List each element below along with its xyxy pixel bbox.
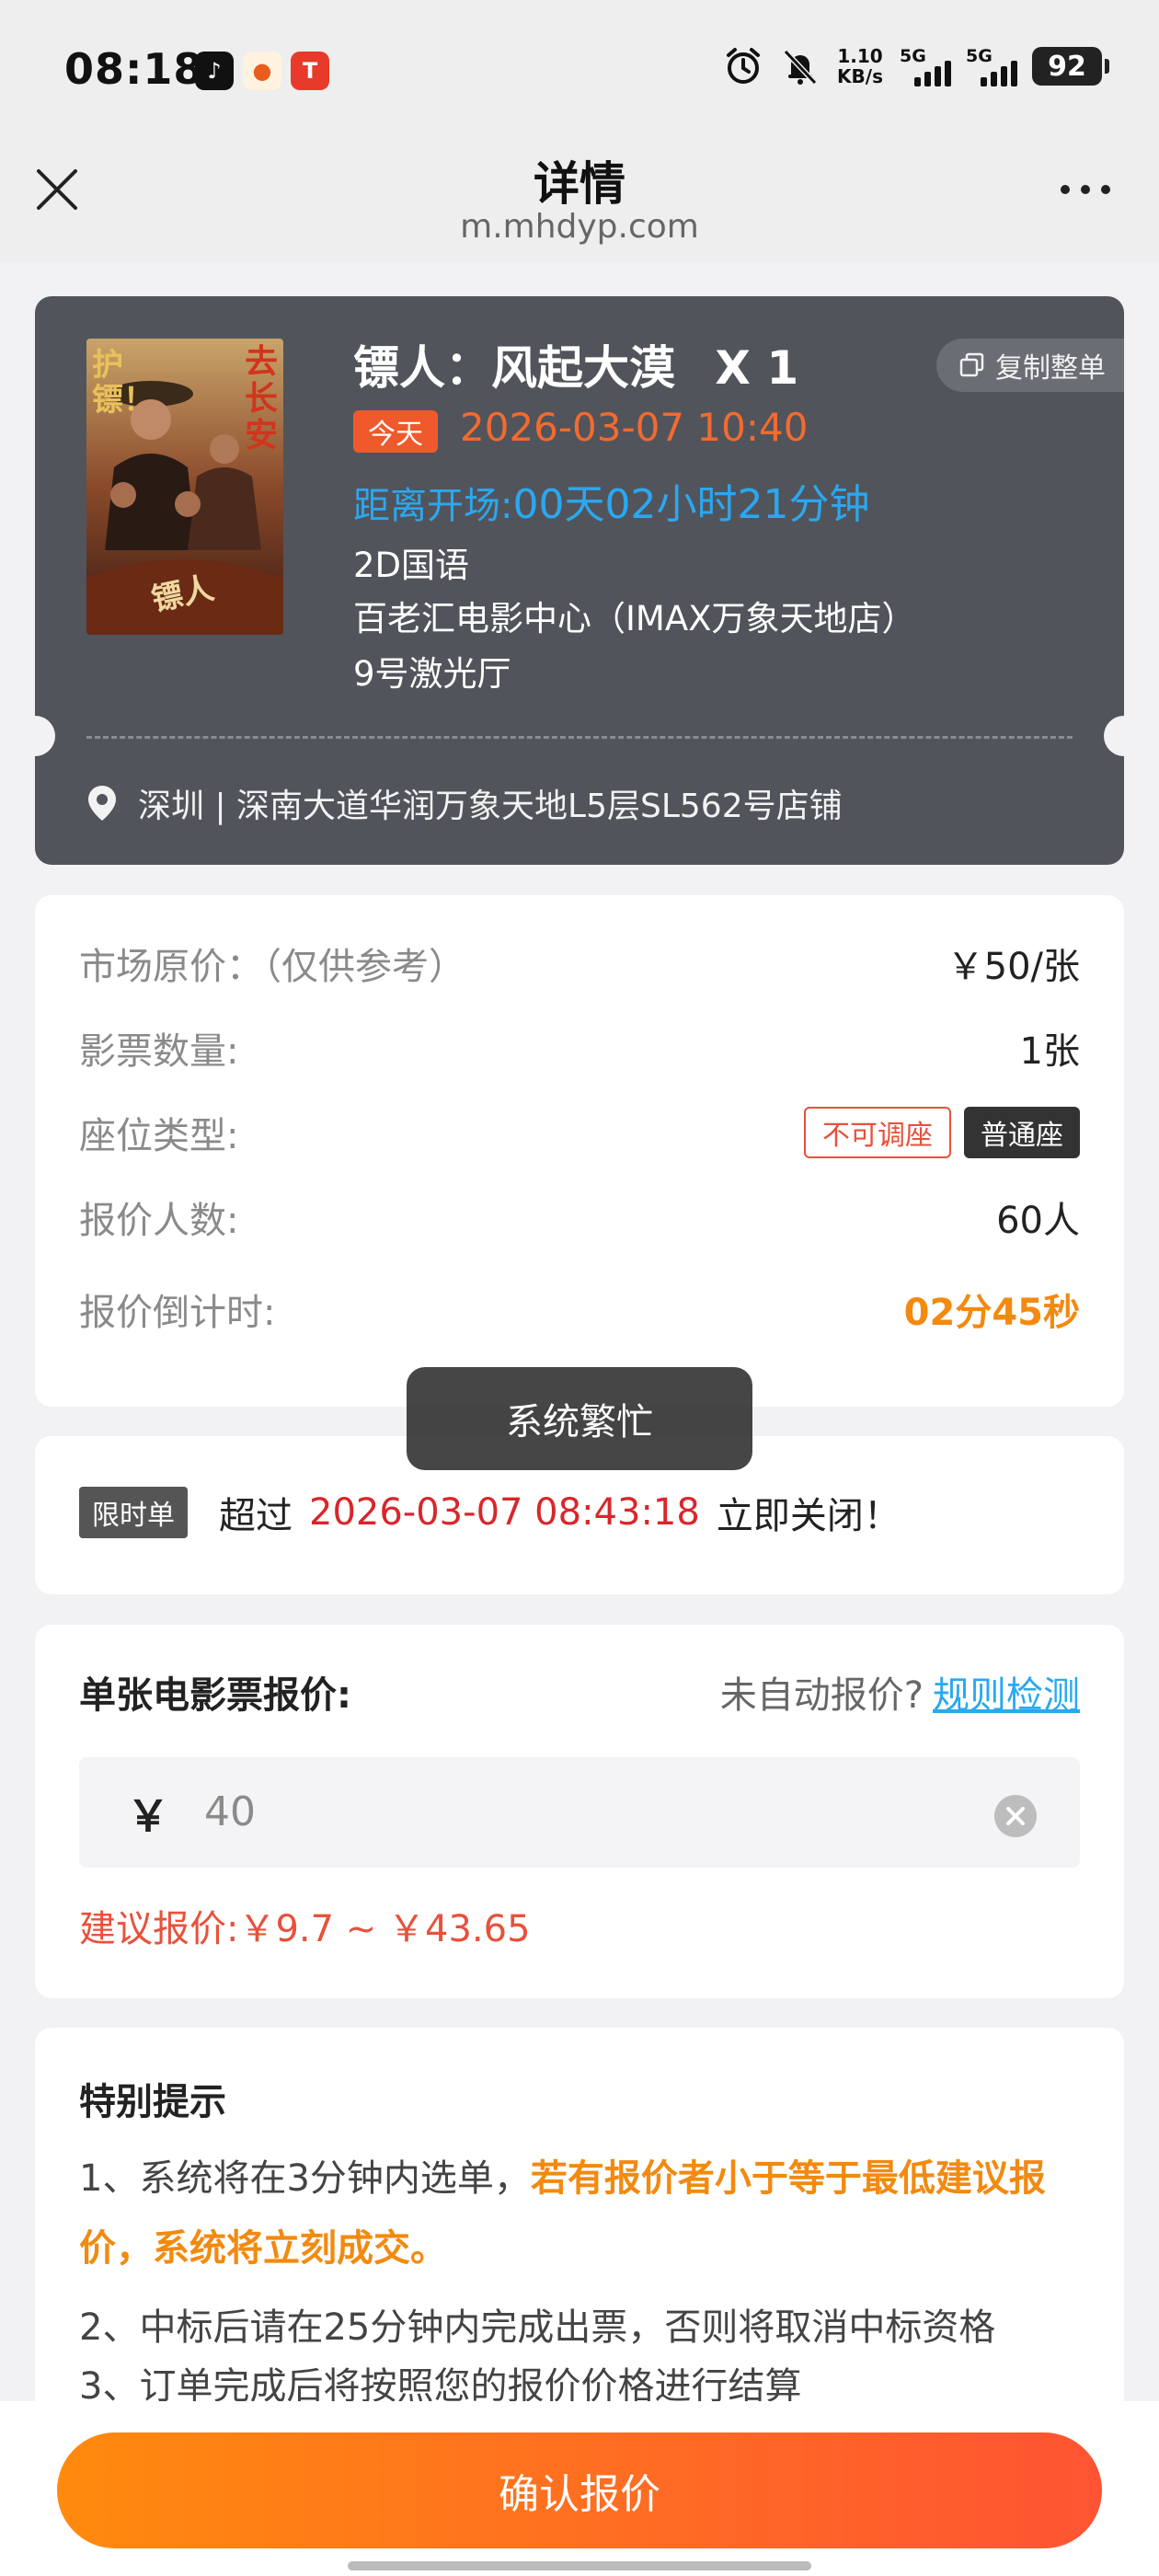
notification-app-icons: ♪ ● T	[195, 52, 329, 90]
order-details-card: 市场原价：（仅供参考） ￥50/张 影票数量: 1张 座位类型: 不可调座 普通…	[35, 895, 1124, 1407]
ticket-divider	[86, 736, 1073, 739]
price-input[interactable]	[204, 1788, 848, 1835]
time-limit-tag: 限时单	[79, 1487, 188, 1538]
copy-order-button[interactable]: 复制整单	[936, 339, 1124, 392]
time-limit-deadline: 2026-03-07 08:43:18	[309, 1491, 700, 1534]
auto-quote-question: 未自动报价?	[719, 1674, 924, 1717]
time-limit-prefix: 超过	[219, 1495, 293, 1537]
bid-countdown-label: 报价倒计时:	[79, 1292, 276, 1334]
location-pin-icon	[88, 786, 116, 821]
network-type-1: 5G	[900, 46, 926, 66]
page-url: m.mhdyp.com	[460, 208, 699, 246]
market-price-label: 市场原价：（仅供参考）	[79, 946, 465, 988]
shopping-app-icon: ●	[243, 52, 281, 90]
copy-icon	[959, 352, 984, 377]
battery-indicator: 92	[1032, 47, 1109, 86]
net-speed-unit: KB/s	[837, 65, 883, 87]
system-busy-toast: 系统繁忙	[407, 1367, 752, 1470]
status-bar: 08:18 ♪ ● T 1.10 KB/s 5G 5G 92	[0, 0, 1159, 138]
seat-type-row: 座位类型: 不可调座 普通座	[79, 1105, 1080, 1160]
cinema-name: 百老汇电影中心（IMAX万象天地店）	[353, 599, 916, 638]
rule-check-link[interactable]: 规则检测	[933, 1665, 1080, 1719]
seat-adjust-tag: 不可调座	[804, 1107, 951, 1158]
alarm-icon	[727, 48, 761, 84]
bid-countdown-row: 报价倒计时: 02分45秒	[79, 1282, 1080, 1337]
ticket-notch-right	[1104, 716, 1144, 756]
time-limit-notice: 限时单 超过 2026-03-07 08:43:18 立即关闭！	[79, 1486, 901, 1539]
nav-bar: 详情 m.mhdyp.com	[0, 138, 1159, 262]
movie-title: 镖人：风起大漠 X 1	[353, 331, 798, 397]
countdown-value: 00天02小时21分钟	[512, 481, 870, 528]
more-options-icon[interactable]	[1056, 171, 1115, 208]
seat-type-label: 座位类型:	[79, 1115, 239, 1157]
tip-1-text: 1、系统将在3分钟内选单，	[79, 2157, 531, 2200]
status-time: 08:18	[64, 44, 204, 94]
net-speed-value: 1.10	[837, 45, 883, 67]
tiktok-icon: ♪	[195, 52, 234, 90]
bidders-row: 报价人数: 60人	[79, 1190, 1080, 1245]
page-title: 详情	[534, 157, 625, 211]
market-price-row: 市场原价：（仅供参考） ￥50/张	[79, 936, 1080, 991]
status-indicators: 1.10 KB/s 5G 5G 92	[723, 46, 1109, 86]
show-time: 2026-03-07 10:40	[460, 405, 809, 450]
suggested-price: 建议报价:￥9.7 ~ ￥43.65	[79, 1908, 531, 1950]
signal-strength-1: 5G	[900, 46, 951, 86]
ticket-quantity: X 1	[715, 341, 799, 395]
hall-name: 9号激光厅	[353, 654, 511, 694]
ticket-card: 护镖！ 去长安 镖人 镖人：风起大漠 X 1 复制整单 今天 2026-03-0…	[15, 296, 1144, 865]
movie-poster[interactable]: 护镖！ 去长安 镖人	[86, 339, 283, 635]
ticket-count-label: 影票数量:	[79, 1030, 239, 1073]
today-badge: 今天	[353, 410, 438, 453]
auto-quote-hint: 未自动报价? 规则检测	[720, 1665, 1080, 1719]
start-countdown: 距离开场:00天02小时21分钟	[353, 471, 869, 530]
network-type-2: 5G	[966, 46, 993, 66]
address-text: 深圳 | 深南大道华润万象天地L5层SL562号店铺	[138, 788, 843, 825]
news-app-icon: T	[291, 52, 329, 90]
market-price-value: ￥50/张	[947, 946, 1080, 988]
bidders-label: 报价人数:	[79, 1200, 239, 1242]
movie-format: 2D国语	[353, 546, 470, 585]
quote-card: 单张电影票报价: 未自动报价? 规则检测 ￥ 建议报价:￥9.7 ~ ￥43.6…	[35, 1625, 1124, 1998]
bidders-value: 60人	[996, 1200, 1080, 1242]
cinema-address[interactable]: 深圳 | 深南大道华润万象天地L5层SL562号店铺	[86, 779, 843, 827]
time-limit-suffix: 立即关闭！	[716, 1495, 901, 1537]
poster-text-right: 去长安	[245, 343, 279, 454]
ticket-notch-left	[15, 716, 55, 756]
ticket-count-row: 影票数量: 1张	[79, 1020, 1080, 1075]
bid-countdown-value: 02分45秒	[903, 1292, 1080, 1334]
tip-1: 1、系统将在3分钟内选单，若有报价者小于等于最低建议报价，系统将立刻成交。	[79, 2144, 1087, 2283]
confirm-quote-button[interactable]: 确认报价	[57, 2432, 1102, 2548]
copy-order-label: 复制整单	[995, 352, 1106, 385]
home-indicator[interactable]	[348, 2561, 811, 2570]
tips-title: 特别提示	[79, 2081, 226, 2123]
quote-title: 单张电影票报价:	[79, 1674, 351, 1717]
clear-input-icon[interactable]	[993, 1794, 1038, 1838]
ticket-count-value: 1张	[1019, 1030, 1080, 1073]
seat-class-tag: 普通座	[964, 1107, 1080, 1158]
special-tips-card: 特别提示 1、系统将在3分钟内选单，若有报价者小于等于最低建议报价，系统将立刻成…	[35, 2028, 1124, 2451]
seat-type-tags: 不可调座 普通座	[804, 1107, 1080, 1158]
mute-bell-icon	[783, 49, 818, 86]
signal-strength-2: 5G	[966, 46, 1017, 86]
poster-text-left: 护镖！	[92, 347, 155, 419]
network-speed: 1.10 KB/s	[837, 46, 883, 86]
price-input-field[interactable]: ￥	[79, 1757, 1080, 1868]
movie-name: 镖人：风起大漠	[353, 341, 675, 395]
countdown-label: 距离开场:	[353, 485, 513, 527]
bottom-action-bar: 确认报价	[0, 2401, 1159, 2576]
currency-symbol: ￥	[127, 1791, 169, 1841]
